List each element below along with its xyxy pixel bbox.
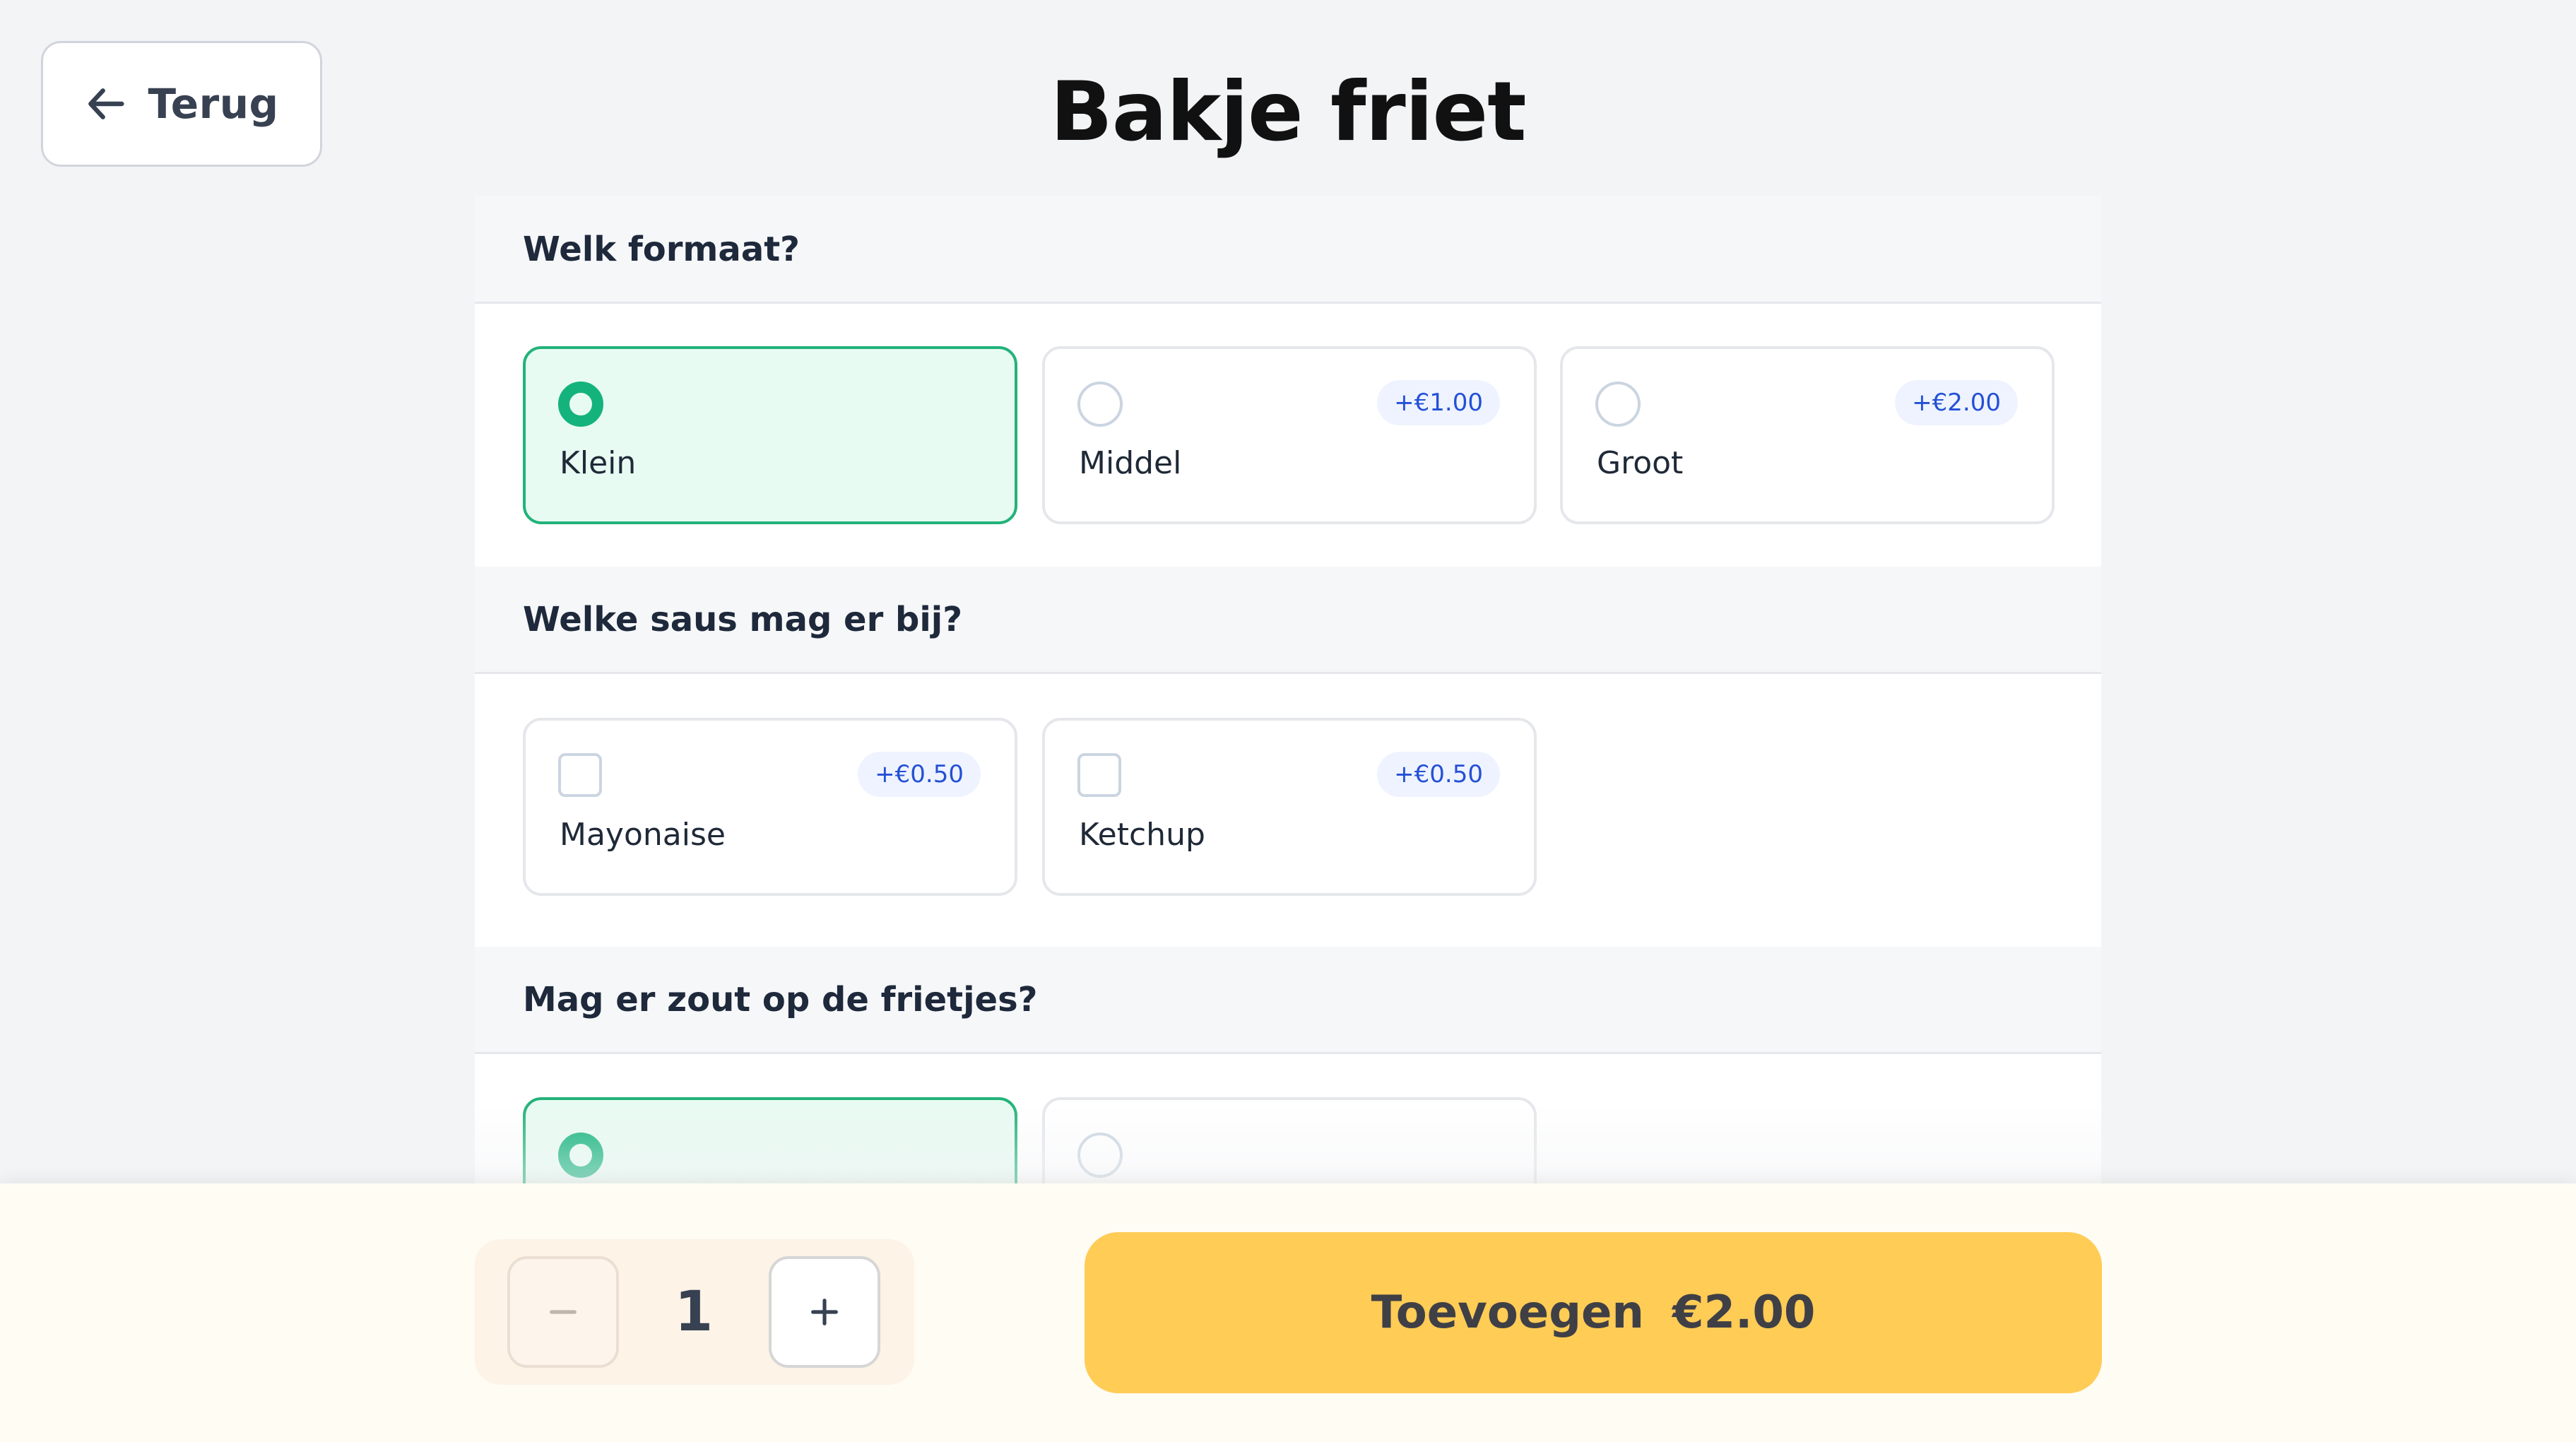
section-title: Welk formaat? — [523, 229, 800, 269]
quantity-stepper: 1 — [475, 1239, 914, 1385]
option-label: Ketchup — [1079, 817, 1205, 853]
increase-quantity-button[interactable] — [769, 1256, 880, 1368]
option-salt-no[interactable] — [1042, 1097, 1537, 1186]
add-to-order-button[interactable]: Toevoegen €2.00 — [1085, 1232, 2102, 1393]
radio-unselected-icon — [1595, 382, 1641, 427]
option-label: Groot — [1597, 445, 1684, 481]
price-badge: +€0.50 — [1377, 752, 1500, 797]
option-label: Middel — [1079, 445, 1182, 481]
minus-icon — [543, 1292, 583, 1332]
option-klein[interactable]: Klein — [523, 346, 1017, 524]
price-badge: +€1.00 — [1377, 380, 1500, 425]
add-button-price: €2.00 — [1672, 1287, 1816, 1339]
add-button-label: Toevoegen — [1371, 1287, 1644, 1339]
option-label: Mayonaise — [560, 817, 726, 853]
radio-selected-icon — [558, 382, 603, 427]
checkbox-icon — [1077, 753, 1121, 797]
option-mayonaise[interactable]: +€0.50 Mayonaise — [523, 718, 1017, 896]
checkbox-icon — [558, 753, 602, 797]
option-groot[interactable]: +€2.00 Groot — [1560, 346, 2055, 524]
decrease-quantity-button[interactable] — [507, 1256, 619, 1368]
section-header-size: Welk formaat? — [475, 196, 2101, 304]
option-salt-yes[interactable] — [523, 1097, 1017, 1186]
radio-selected-icon — [558, 1133, 603, 1178]
plus-icon — [805, 1292, 844, 1332]
option-label: Klein — [560, 445, 637, 481]
section-title: Welke saus mag er bij? — [523, 599, 963, 639]
options-panel[interactable]: Welk formaat? Klein +€1.00 Middel +€2.00… — [475, 196, 2101, 1186]
section-title: Mag er zout op de frietjes? — [523, 979, 1038, 1020]
radio-unselected-icon — [1077, 1133, 1123, 1178]
option-middel[interactable]: +€1.00 Middel — [1042, 346, 1537, 524]
radio-unselected-icon — [1077, 382, 1123, 427]
option-ketchup[interactable]: +€0.50 Ketchup — [1042, 718, 1537, 896]
price-badge: +€0.50 — [858, 752, 981, 797]
price-badge: +€2.00 — [1895, 380, 2018, 425]
section-header-salt: Mag er zout op de frietjes? — [475, 947, 2101, 1054]
section-header-sauce: Welke saus mag er bij? — [475, 567, 2101, 674]
bottom-bar: 1 Toevoegen €2.00 — [0, 1183, 2576, 1442]
page-title: Bakje friet — [1050, 64, 1526, 160]
quantity-value: 1 — [674, 1280, 714, 1344]
